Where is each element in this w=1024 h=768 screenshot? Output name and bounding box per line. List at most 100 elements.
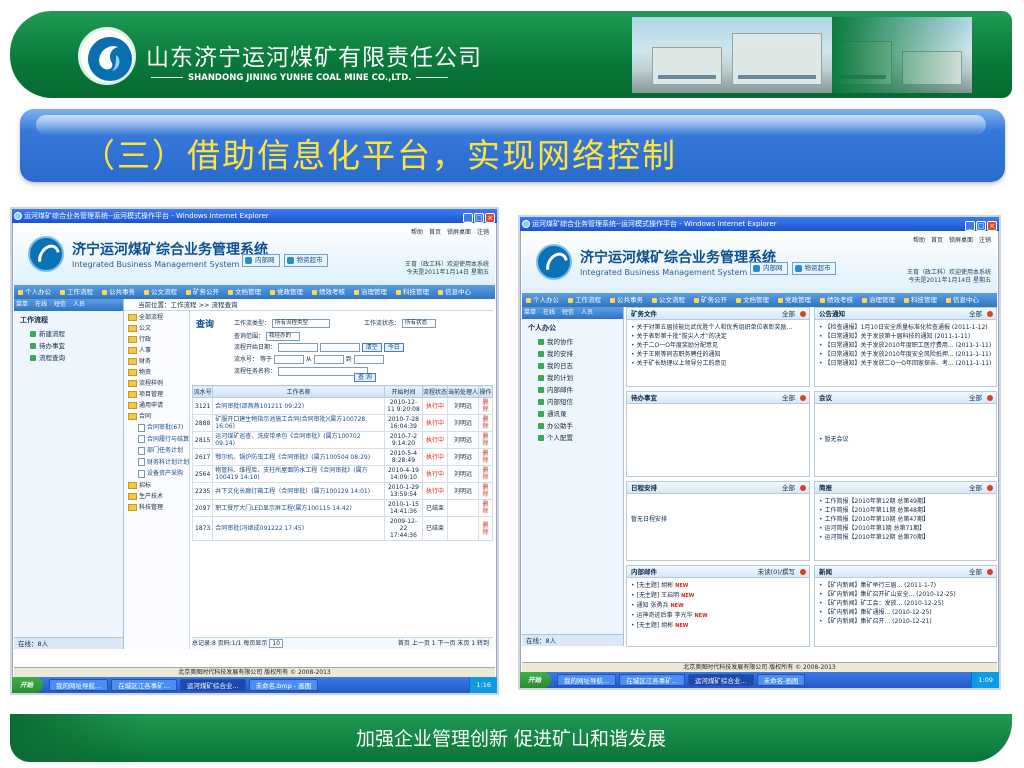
cell-action[interactable]: 删除	[478, 465, 493, 483]
tree-item[interactable]: 公文	[124, 322, 189, 333]
cell-action[interactable]: 删除	[478, 516, 493, 541]
tab-online[interactable]: 在线	[543, 309, 555, 316]
table-row[interactable]: 1873 合同审批(冯继成091222 17:45) 2009-12-22 17:4…	[191, 516, 493, 541]
table-row[interactable]: 2815 运河煤矿巡查、洗皮带承包《合同审批》(属方100702 09:14) 20…	[191, 431, 493, 449]
list-item[interactable]: 【日常通知】关于发放2010年度职工医疗费用... (2011-1-11)	[819, 341, 992, 350]
sidebar-item[interactable]: 我的安排	[522, 347, 623, 359]
nav-mine-public[interactable]: 矿务公开	[694, 296, 727, 304]
cell-work-name[interactable]: 井下文化长廊灯箱工程（合同审批）(属方100129 14:01)	[212, 482, 385, 500]
serial-to-input[interactable]	[353, 355, 384, 364]
nav-document-flow[interactable]: 公文流程	[144, 288, 177, 296]
sidebar-item-new-flow[interactable]: 新建流程	[14, 327, 123, 339]
taskbar-item[interactable]: 我的网址导航...	[49, 679, 109, 691]
lock-screen-link[interactable]: 锁屏桌面	[447, 229, 471, 236]
start-button[interactable]: 开始	[12, 677, 43, 693]
cell-work-name[interactable]: 合同审批(冯继成091222 17:45)	[212, 516, 385, 541]
online-count[interactable]: 在线：8人	[522, 634, 623, 646]
close-panel-icon[interactable]	[987, 485, 993, 491]
close-panel-icon[interactable]	[800, 311, 806, 317]
more-link[interactable]: 全部	[969, 308, 982, 320]
table-row[interactable]: 2097 职工餐厅大门LED显示屏工程(属方100115 14:42) 2010-1…	[191, 499, 493, 517]
tree-item[interactable]: 财务	[124, 355, 189, 366]
tree-item[interactable]: 生产技术	[124, 490, 189, 501]
nav-performance[interactable]: 绩效考核	[312, 288, 345, 296]
logout-link[interactable]: 注销	[477, 229, 489, 236]
minimize-icon[interactable]: _	[965, 221, 975, 231]
start-date-to[interactable]	[319, 343, 360, 352]
sidebar-item-todo[interactable]: 待办事宜	[14, 339, 123, 351]
tree-subitem[interactable]: 合同审批(67)	[124, 421, 189, 433]
maximize-icon[interactable]: □	[474, 213, 484, 223]
nav-personal-office[interactable]: 个人办公	[526, 296, 559, 304]
close-icon[interactable]: ×	[987, 221, 997, 231]
tree-item[interactable]: 人事	[124, 344, 189, 355]
cell-work-name[interactable]: 矿服开口建生物指示池施工合同(合同审批)(属方100728 16:06)	[212, 414, 385, 432]
col-handler[interactable]: 当前处理人	[446, 385, 480, 398]
cell-work-name[interactable]: 鄂尔机、锅炉防虫工程《合同审批》(属方100504 08:29)	[212, 448, 385, 466]
nav-performance[interactable]: 绩效考核	[820, 296, 853, 304]
list-item[interactable]: 关于表彰第十批“拔尖人才”的决定	[631, 332, 805, 341]
list-item[interactable]: 【日常通知】关于发放二O一O年回家探亲、考... (2011-1-11)	[819, 359, 992, 368]
list-item[interactable]: 【日常通知】关于发放第十届科技的通知 (2011-1-11)	[819, 332, 992, 341]
close-panel-icon[interactable]	[800, 569, 806, 575]
sidebar-item[interactable]: 内部短信	[522, 395, 623, 407]
col-start-time[interactable]: 开始时间	[383, 385, 423, 398]
search-button[interactable]: 查 询	[354, 373, 376, 382]
tree-subitem[interactable]: 设备资产采购	[124, 467, 189, 479]
nav-workflow[interactable]: 工作流程	[568, 296, 601, 304]
sidebar-item[interactable]: 我的协作	[522, 335, 623, 347]
taskbar-item[interactable]: 未命名-画图	[756, 674, 806, 686]
taskbar-item[interactable]: 未命名.bmp - 画图	[248, 679, 319, 691]
nav-info-center[interactable]: 信息中心	[438, 288, 471, 296]
col-action[interactable]: 操作	[478, 385, 493, 398]
close-panel-icon[interactable]	[987, 311, 993, 317]
list-item[interactable]: 关于对第五届技能比武优胜个人和优秀组织单位表彰奖励...	[631, 323, 805, 332]
tree-item[interactable]: 项目管理	[124, 388, 189, 399]
tab-menu[interactable]: 菜单	[16, 301, 28, 308]
page-size-select[interactable]: 10	[269, 639, 283, 648]
tab-menu[interactable]: 菜单	[524, 309, 536, 316]
sidebar-item[interactable]: 内部邮件	[522, 383, 623, 395]
help-link[interactable]: 帮助	[913, 237, 925, 244]
tree-item[interactable]: 招标	[124, 479, 189, 490]
table-row[interactable]: 2235 井下文化长廊灯箱工程（合同审批）(属方100129 14:01) 2010…	[191, 482, 493, 500]
nav-governance[interactable]: 治理管理	[354, 288, 387, 296]
flow-status-select[interactable]: 所有状态	[401, 319, 436, 328]
flow-type-select[interactable]: 所有流程类型	[271, 319, 330, 328]
pager-controls[interactable]: 首页 上一页 1 下一页 末页 1 转到	[398, 638, 489, 650]
list-item[interactable]: 关于矿长助理以上领导分工的意见	[631, 359, 805, 368]
tree-subitem[interactable]: 财务科计划计划	[124, 456, 189, 468]
close-panel-icon[interactable]	[987, 569, 993, 575]
tree-subitem[interactable]: 合同履行与结算	[124, 433, 189, 445]
tree-item[interactable]: 通用申请	[124, 399, 189, 410]
tree-item[interactable]: 全部流程	[124, 311, 189, 322]
cell-action[interactable]: 删除	[478, 482, 493, 500]
serial-from-input[interactable]	[313, 355, 344, 364]
sidebar-item[interactable]: 通讯录	[522, 407, 623, 419]
more-link[interactable]: 全部	[969, 482, 982, 494]
start-date-from[interactable]	[277, 343, 318, 352]
start-button[interactable]: 开始	[520, 672, 551, 688]
cell-action[interactable]: 删除	[478, 448, 493, 466]
list-item[interactable]: 【日常通知】关于发放2010年度安全风险抵押... (2011-1-11)	[819, 350, 992, 359]
col-status[interactable]: 流程状态	[421, 385, 448, 398]
cell-action[interactable]: 删除	[478, 499, 493, 517]
list-item[interactable]: 【矿内新闻】矿工会：发放... (2010-12-25)	[819, 599, 992, 608]
nav-party[interactable]: 党政管理	[778, 296, 811, 304]
nav-party[interactable]: 党政管理	[270, 288, 303, 296]
taskbar-item[interactable]: 运河煤矿综合业...	[687, 674, 754, 686]
serial-input[interactable]	[273, 355, 304, 364]
sidebar-item[interactable]: 我的日志	[522, 359, 623, 371]
sidebar-item[interactable]: 个人配置	[522, 431, 623, 443]
taskbar-item[interactable]: 在城区江各事矿...	[111, 679, 177, 691]
col-serial[interactable]: 流水号	[191, 385, 214, 398]
nav-mine-public[interactable]: 矿务公开	[186, 288, 219, 296]
table-row[interactable]: 2564 物管科、维程库、支柱所屋面防水工程《合同审批》(属方100419 14:…	[191, 465, 493, 483]
logout-link[interactable]: 注销	[979, 237, 991, 244]
home-link[interactable]: 首页	[429, 229, 441, 236]
nav-files[interactable]: 文档管理	[228, 288, 261, 296]
taskbar-item[interactable]: 我的网址导航...	[557, 674, 617, 686]
tree-item[interactable]: 行政	[124, 333, 189, 344]
nav-governance[interactable]: 治理管理	[862, 296, 895, 304]
cell-work-name[interactable]: 合同审批(邵燕燕101211 09:22)	[212, 397, 385, 415]
